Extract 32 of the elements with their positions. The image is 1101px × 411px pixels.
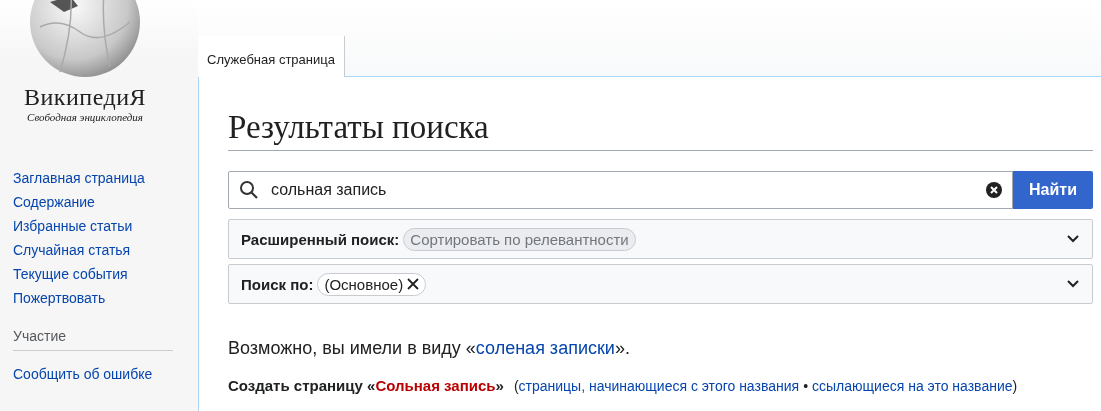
tab[interactable]: Служебная страница (198, 36, 345, 77)
chevron-icon[interactable] (1066, 279, 1080, 289)
wordmark: ВикипедиЯ (23, 84, 147, 111)
tagline: Свободная энциклопедия (27, 111, 143, 123)
related-link[interactable]: страницы, начинающиеся с этого названия (518, 378, 800, 394)
new-page-link[interactable]: Сольная запись (375, 377, 496, 394)
related-links-text: (страницы, начинающиеся с этого названия • ссылающиеся на это название) (513, 378, 1018, 394)
filter-label: Поиск по: (241, 275, 314, 293)
sidebar-link[interactable]: Текущие события (13, 265, 198, 283)
sidebar-link[interactable]: Избранные статьи (13, 217, 198, 235)
sidebar-link[interactable]: Содержание (13, 193, 198, 211)
filter-chip[interactable]: Сортировать по релевантности (403, 227, 636, 251)
filter-panel[interactable]: Расширенный поиск: Сортировать по релевантности (228, 219, 1093, 259)
sidebar-link[interactable]: Случайная статья (13, 241, 198, 259)
filter-chip[interactable]: (Основное) (317, 272, 427, 296)
sidebar-link[interactable]: Пожертвовать (13, 289, 198, 307)
close-icon[interactable] (407, 278, 420, 290)
did-you-mean-text: Возможно, вы имели в виду «соленая записки». (228, 338, 631, 359)
clear-icon[interactable] (986, 182, 1002, 198)
chevron-icon[interactable] (1066, 234, 1080, 244)
filter-panel[interactable]: Поиск по: (Основное) (228, 264, 1093, 304)
sidebar-link[interactable]: Заглавная страница (13, 169, 198, 187)
search-button[interactable]: Найти (1013, 171, 1093, 209)
section-heading: Участие (13, 328, 173, 351)
filter-label: Расширенный поиск: (241, 230, 400, 248)
related-link[interactable]: ссылающиеся на это название (812, 378, 1013, 394)
suggestion-link[interactable]: соленая записки (475, 338, 615, 358)
search-icon (239, 180, 259, 200)
create-page-text: Создать страницу «Сольная запись» (228, 377, 504, 394)
search-field[interactable]: сольная запись (228, 171, 1013, 209)
page-title: Результаты поиска (228, 109, 1093, 151)
sidebar-link[interactable]: Сообщить об ошибке (13, 365, 198, 383)
